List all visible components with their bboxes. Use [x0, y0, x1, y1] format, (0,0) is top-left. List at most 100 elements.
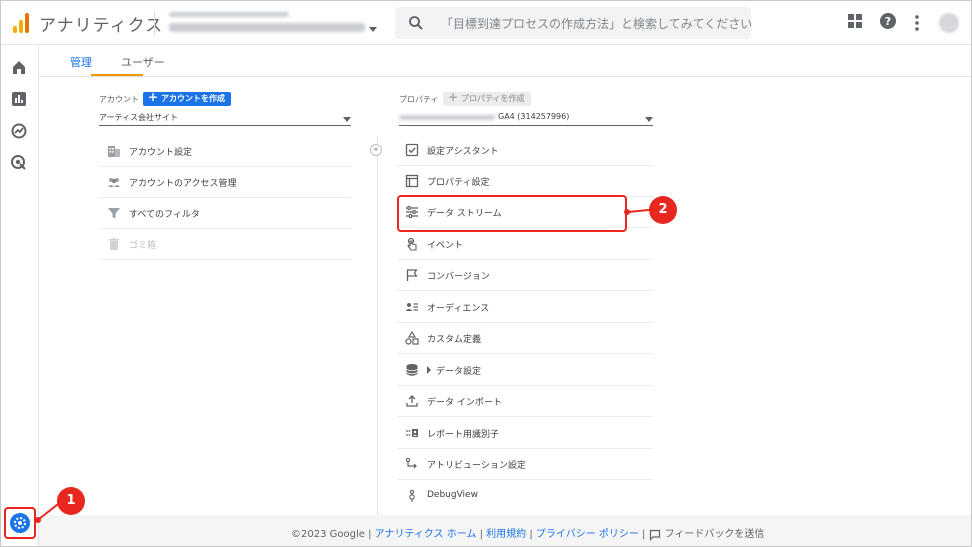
column-divider [377, 137, 378, 515]
footer: ©2023 Google | アナリティクス ホーム | 利用規約 | プライバ… [39, 515, 971, 546]
custom-definitions-label: カスタム定義 [427, 335, 482, 345]
explore-icon[interactable] [10, 122, 28, 140]
events-item[interactable]: イベント [397, 229, 653, 260]
account-access-item[interactable]: アカウントのアクセス管理 [99, 167, 351, 198]
database-icon [406, 364, 418, 376]
property-picker[interactable] [167, 8, 377, 38]
callout-number-2: 2 [649, 196, 677, 224]
create-account-label: アカウントを作成 [161, 94, 225, 103]
help-icon[interactable]: ? [879, 12, 897, 30]
trash-icon [109, 238, 119, 250]
tab-user[interactable]: ユーザー [121, 54, 165, 70]
property-select[interactable]: GA4 (314257996) [399, 112, 653, 126]
plus-icon: + [148, 90, 159, 104]
chevron-down-icon [343, 117, 351, 122]
data-import-label: データ インポート [427, 398, 502, 408]
admin-tabs: 管理 ユーザー [39, 46, 971, 77]
feedback-label: フィードバックを送信 [664, 529, 765, 540]
app-title: アナリティクス [39, 16, 164, 36]
property-settings-item[interactable]: プロパティ設定 [397, 166, 653, 197]
footer-separator: | [364, 529, 375, 540]
reporting-identity-label: レポート用識別子 [427, 430, 500, 440]
svg-text:?: ? [885, 15, 891, 28]
reporting-identity-item[interactable]: レポート用識別子 [397, 418, 653, 449]
gear-icon [10, 513, 30, 533]
data-settings-label: データ設定 [436, 367, 482, 377]
caret-right-icon[interactable] [426, 366, 432, 374]
search-placeholder: 「目標到達プロセスの作成方法」と検索してみてください [441, 17, 753, 31]
account-access-label: アカウントのアクセス管理 [129, 179, 237, 189]
filter-icon [108, 208, 120, 219]
plus-icon: + [448, 90, 459, 104]
building-icon [108, 146, 120, 157]
audience-icon [405, 303, 418, 311]
debugview-label: DebugView [427, 490, 478, 500]
attribution-settings-label: アトリビューション設定 [427, 461, 526, 471]
advertising-icon[interactable] [10, 154, 28, 172]
upload-icon [406, 395, 418, 407]
more-vert-icon[interactable] [913, 14, 921, 32]
touch-icon [407, 237, 417, 251]
audiences-item[interactable]: オーディエンス [397, 292, 653, 323]
conversions-label: コンバージョン [427, 272, 490, 282]
attribution-settings-item[interactable]: アトリビューション設定 [397, 449, 653, 480]
checklist-icon [405, 143, 419, 157]
account-settings-item[interactable]: アカウント設定 [99, 136, 351, 167]
admin-content: アカウント + アカウントを作成 アーティス会社サイト アカウント設定 アカウン… [39, 77, 971, 515]
window-icon [405, 174, 419, 188]
flag-icon [406, 269, 418, 281]
debug-icon [409, 489, 415, 502]
custom-definitions-item[interactable]: カスタム定義 [397, 323, 653, 354]
trash-item[interactable]: ゴミ箱 [99, 229, 351, 260]
home-icon[interactable] [10, 58, 28, 76]
terms-link[interactable]: 利用規約 [486, 529, 526, 540]
privacy-policy-link[interactable]: プライバシー ポリシー [536, 529, 639, 540]
footer-separator: | [476, 529, 487, 540]
create-property-button[interactable]: + プロパティを作成 [443, 90, 531, 106]
create-account-button[interactable]: + アカウントを作成 [143, 90, 231, 106]
chevron-down-icon [645, 117, 653, 122]
admin-settings-button[interactable] [4, 507, 36, 539]
footer-separator: | [638, 529, 649, 540]
account-selected-value: アーティス会社サイト [99, 113, 179, 122]
callout-highlight-data-stream [397, 195, 627, 232]
account-select[interactable]: アーティス会社サイト [99, 112, 351, 126]
active-tab-indicator [91, 74, 143, 76]
all-filters-item[interactable]: すべてのフィルタ [99, 198, 351, 229]
identifier-icon [406, 429, 418, 437]
trash-label: ゴミ箱 [129, 241, 157, 251]
footer-separator: | [526, 529, 536, 540]
events-label: イベント [427, 241, 464, 251]
shapes-icon [405, 331, 419, 345]
apps-grid-icon[interactable] [847, 13, 863, 29]
people-icon [108, 178, 120, 187]
data-settings-item[interactable]: データ設定 [397, 355, 653, 386]
copyright-text: ©2023 Google [291, 529, 365, 540]
divider [154, 11, 155, 35]
analytics-home-link[interactable]: アナリティクス ホーム [375, 529, 477, 540]
attribution-icon [405, 457, 417, 469]
setup-assistant-item[interactable]: 設定アシスタント [397, 135, 653, 166]
feedback-link[interactable]: フィードバックを送信 [649, 529, 765, 541]
search-box[interactable]: 「目標到達プロセスの作成方法」と検索してみてください [395, 7, 753, 39]
account-settings-label: アカウント設定 [129, 148, 193, 158]
all-filters-label: すべてのフィルタ [129, 210, 200, 220]
property-selected-value: GA4 (314257996) [498, 112, 570, 121]
left-nav [1, 46, 39, 546]
reports-icon[interactable] [10, 90, 28, 108]
avatar[interactable] [939, 13, 959, 33]
tab-admin[interactable]: 管理 [70, 54, 92, 70]
audiences-label: オーディエンス [427, 304, 490, 314]
callout-number-1: 1 [57, 487, 85, 515]
data-import-item[interactable]: データ インポート [397, 386, 653, 417]
setup-assistant-label: 設定アシスタント [427, 147, 499, 157]
account-column-label: アカウント [99, 95, 139, 104]
conversions-item[interactable]: コンバージョン [397, 260, 653, 291]
property-settings-label: プロパティ設定 [427, 178, 490, 188]
analytics-logo-icon[interactable] [13, 13, 29, 33]
blurred-property-name [399, 115, 495, 120]
search-icon [409, 16, 423, 30]
debugview-item[interactable]: DebugView [397, 481, 653, 512]
feedback-icon [649, 529, 660, 541]
arrow-right-icon [370, 144, 382, 156]
